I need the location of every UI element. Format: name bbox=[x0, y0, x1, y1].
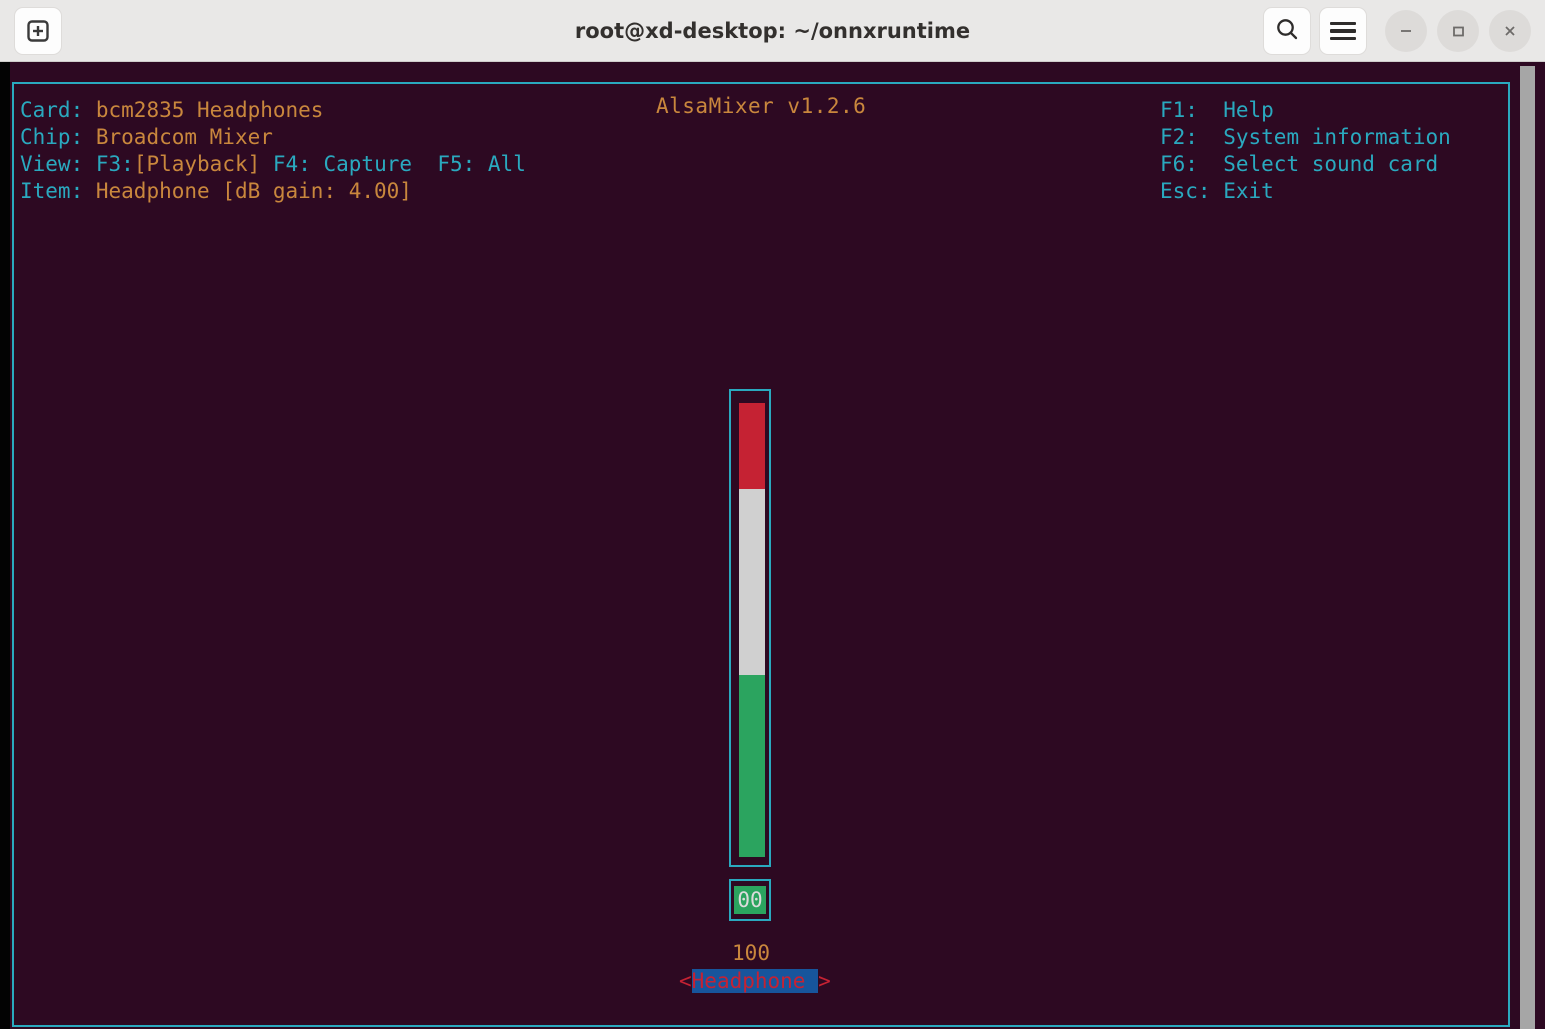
help-row-f6: F6: Select sound card bbox=[1160, 152, 1438, 176]
volume-bar-outline[interactable] bbox=[729, 389, 771, 867]
view-f4-key[interactable]: F4: bbox=[273, 152, 311, 176]
alsamixer-title: AlsaMixer v1.2.6 bbox=[646, 94, 877, 118]
help-key-f6[interactable]: F6: bbox=[1160, 152, 1198, 176]
info-label-view: View: bbox=[20, 152, 84, 176]
volume-segment-red bbox=[739, 403, 765, 490]
view-f3-key[interactable]: F3: bbox=[96, 152, 134, 176]
volume-max-label: 100 bbox=[732, 941, 770, 965]
sp4 bbox=[311, 152, 324, 176]
info-value-chip-text: Broadcom Mixer bbox=[95, 125, 273, 149]
help-key-f2[interactable]: F2: bbox=[1160, 125, 1198, 149]
view-f3-state: [Playback] bbox=[133, 152, 261, 176]
sp11 bbox=[1211, 179, 1224, 203]
scrollbar-track[interactable] bbox=[1513, 62, 1545, 1029]
sp10 bbox=[1198, 152, 1223, 176]
sp1 bbox=[83, 125, 96, 149]
channel-name[interactable]: Headphone bbox=[691, 969, 819, 993]
help-action-f1: Help bbox=[1223, 98, 1274, 122]
info-label-item: Item: bbox=[20, 179, 84, 203]
info-value-item-text: Headphone [dB gain: 4.00] bbox=[95, 179, 412, 203]
volume-value-box[interactable]: 00 bbox=[729, 879, 771, 921]
view-f5-key[interactable]: F5: bbox=[437, 152, 475, 176]
help-row-esc: Esc: Exit bbox=[1160, 179, 1274, 203]
search-button[interactable] bbox=[1263, 7, 1311, 55]
help-action-f6: Select sound card bbox=[1223, 152, 1439, 176]
sp8 bbox=[1198, 98, 1223, 122]
info-row-view: View: F3:[Playback] F4: Capture F5: All bbox=[20, 152, 526, 176]
sp9 bbox=[1198, 125, 1223, 149]
titlebar-controls bbox=[1263, 0, 1531, 62]
sp6 bbox=[475, 152, 488, 176]
volume-value: 00 bbox=[734, 886, 766, 914]
info-label-card: Card: bbox=[20, 98, 84, 122]
channel-selector[interactable]: < Headphone > bbox=[679, 969, 831, 993]
help-key-f1[interactable]: F1: bbox=[1160, 98, 1198, 122]
close-icon bbox=[1500, 21, 1520, 41]
volume-segment-green bbox=[739, 675, 765, 857]
info-row-chip: Chip: Broadcom Mixer bbox=[20, 125, 273, 149]
window-titlebar: root@xd-desktop: ~/onnxruntime bbox=[0, 0, 1545, 62]
volume-bar-fill[interactable] bbox=[739, 403, 765, 857]
new-tab-button[interactable] bbox=[14, 6, 62, 55]
info-row-item: Item: Headphone [dB gain: 4.00] bbox=[20, 179, 412, 203]
minimize-icon bbox=[1396, 21, 1416, 41]
view-f4-label: Capture bbox=[323, 152, 413, 176]
channel-next-arrow[interactable]: > bbox=[818, 969, 831, 993]
help-key-esc[interactable]: Esc: bbox=[1160, 179, 1211, 203]
terminal-body[interactable]: AlsaMixer v1.2.6 Card: bcm2835 Headphone… bbox=[0, 62, 1545, 1029]
terminal-left-edge bbox=[0, 62, 10, 1029]
help-row-f2: F2: System information bbox=[1160, 125, 1451, 149]
help-row-f1: F1: Help bbox=[1160, 98, 1274, 122]
info-label-chip: Chip: bbox=[20, 125, 84, 149]
help-action-f2: System information bbox=[1223, 125, 1451, 149]
maximize-button[interactable] bbox=[1437, 10, 1479, 52]
maximize-icon bbox=[1448, 21, 1468, 41]
channel-name-pad bbox=[805, 969, 818, 993]
close-button[interactable] bbox=[1489, 10, 1531, 52]
view-f5-label: All bbox=[487, 152, 526, 176]
search-icon bbox=[1274, 16, 1300, 46]
new-tab-plus-icon bbox=[25, 18, 51, 44]
sp2 bbox=[83, 152, 96, 176]
minimize-button[interactable] bbox=[1385, 10, 1427, 52]
channel-prev-arrow[interactable]: < bbox=[679, 969, 692, 993]
sp5 bbox=[412, 152, 437, 176]
menu-button[interactable] bbox=[1319, 7, 1367, 55]
sp3 bbox=[260, 152, 273, 176]
sp7 bbox=[83, 179, 96, 203]
help-action-esc: Exit bbox=[1223, 179, 1274, 203]
info-value-card bbox=[83, 98, 96, 122]
channel-name-text: Headphone bbox=[691, 969, 806, 993]
hamburger-menu-icon bbox=[1330, 21, 1356, 41]
scrollbar-thumb[interactable] bbox=[1520, 66, 1535, 1029]
info-value-card-text: bcm2835 Headphones bbox=[95, 98, 324, 122]
info-row-card: Card: bcm2835 Headphones bbox=[20, 98, 323, 122]
volume-segment-grey bbox=[739, 489, 765, 676]
